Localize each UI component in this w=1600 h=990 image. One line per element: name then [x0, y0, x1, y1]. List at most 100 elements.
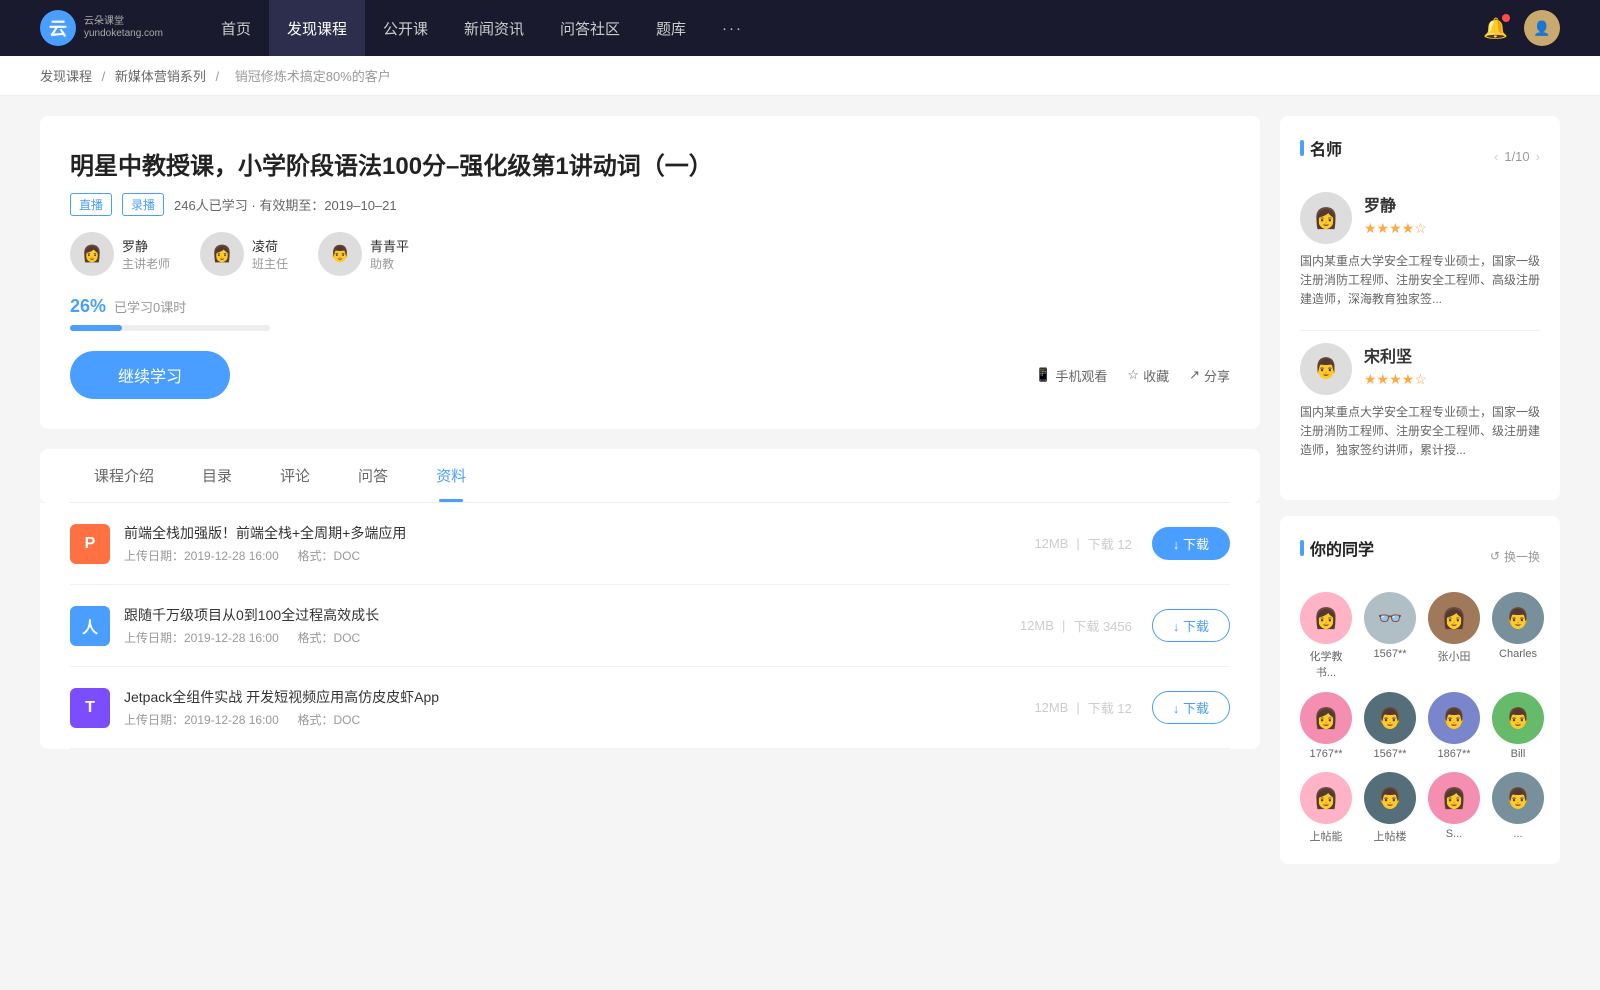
- breadcrumb: 发现课程 / 新媒体营销系列 / 销冠修炼术搞定80%的客户: [0, 56, 1600, 96]
- resource-size-3: 12MB: [1034, 700, 1068, 715]
- teacher-stars-2: ★★★★☆: [1364, 371, 1427, 388]
- download-button-2[interactable]: ↓ 下载: [1152, 609, 1230, 642]
- resource-icon-3: T: [70, 688, 110, 728]
- logo-text: 云朵课堂 yundoketang.com: [84, 16, 163, 40]
- resource-downloads-1: 下载 12: [1088, 534, 1132, 553]
- nav-item-exam[interactable]: 题库: [638, 0, 704, 56]
- resource-item-3: T Jetpack全组件实战 开发短视频应用高仿皮皮虾App 上传日期：2019…: [70, 667, 1230, 749]
- instructor-1: 👩 罗静 主讲老师: [70, 232, 170, 276]
- classmates-title: 你的同学: [1300, 536, 1374, 560]
- tabs-row: 课程介绍 目录 评论 问答 资料: [70, 449, 1230, 503]
- breadcrumb-link-series[interactable]: 新媒体营销系列: [115, 69, 206, 84]
- teacher-info-2: 宋利坚 ★★★★☆: [1364, 343, 1427, 388]
- collect-button[interactable]: ☆ 收藏: [1127, 366, 1169, 385]
- classmate-9[interactable]: 👩 上帖能: [1300, 772, 1352, 844]
- teacher-pagination: ‹ 1/10 ›: [1494, 149, 1540, 164]
- classmate-3[interactable]: 👩 张小田: [1428, 592, 1480, 680]
- instructor-avatar-2: 👩: [200, 232, 244, 276]
- instructor-3: 👨 青青平 助教: [318, 232, 409, 276]
- classmate-avatar-2: 👓: [1364, 592, 1416, 644]
- classmate-4[interactable]: 👨 Charles: [1492, 592, 1544, 680]
- share-button[interactable]: ↗ 分享: [1189, 366, 1230, 385]
- resource-stats-2: 12MB | 下载 3456: [1020, 616, 1132, 635]
- logo[interactable]: 云 云朵课堂 yundoketang.com: [40, 10, 163, 46]
- classmate-2[interactable]: 👓 1567**: [1364, 592, 1416, 680]
- classmate-name-11: S...: [1446, 828, 1463, 840]
- nav-item-home[interactable]: 首页: [203, 0, 269, 56]
- classmates-grid: 👩 化学教书... 👓 1567** 👩 张小田 👨 Charles 👩: [1300, 592, 1540, 844]
- tag-live: 直播: [70, 193, 112, 216]
- breadcrumb-sep-1: /: [102, 69, 109, 84]
- instructor-info-2: 凌荷 班主任: [252, 236, 288, 272]
- tab-resources[interactable]: 资料: [412, 449, 490, 502]
- course-tags-row: 直播 录播 246人已学习 · 有效期至：2019–10–21: [70, 193, 1230, 216]
- pagination-prev[interactable]: ‹: [1494, 149, 1498, 164]
- teacher-info-1: 罗静 ★★★★☆: [1364, 192, 1427, 237]
- course-title: 明星中教授课，小学阶段语法100分–强化级第1讲动词（一）: [70, 146, 1230, 181]
- resource-info-1: 前端全栈加强版！前端全栈+全周期+多端应用 上传日期：2019-12-28 16…: [124, 523, 1034, 564]
- teacher-item-2: 👨 宋利坚 ★★★★☆ 国内某重点大学安全工程专业硕士，国家一级注册消防工程师、…: [1300, 343, 1540, 461]
- progress-text: 已学习0课时: [114, 297, 186, 316]
- resource-downloads-3: 下载 12: [1088, 698, 1132, 717]
- classmate-11[interactable]: 👩 S...: [1428, 772, 1480, 844]
- instructor-role-2: 班主任: [252, 255, 288, 272]
- progress-label: 26% 已学习0课时: [70, 296, 1230, 317]
- tab-review[interactable]: 评论: [256, 449, 334, 502]
- action-row: 继续学习 📱 手机观看 ☆ 收藏 ↗ 分享: [70, 351, 1230, 399]
- nav-item-courses[interactable]: 发现课程: [269, 0, 365, 56]
- classmate-8[interactable]: 👨 Bill: [1492, 692, 1544, 760]
- classmate-name-3: 张小田: [1438, 648, 1471, 664]
- classmate-avatar-8: 👨: [1492, 692, 1544, 744]
- classmate-10[interactable]: 👨 上帖楼: [1364, 772, 1416, 844]
- share-label: 分享: [1204, 366, 1230, 385]
- resource-stats-1: 12MB | 下载 12: [1034, 534, 1131, 553]
- action-buttons: 📱 手机观看 ☆ 收藏 ↗ 分享: [1035, 366, 1230, 385]
- nav-item-more[interactable]: ···: [704, 0, 761, 56]
- classmate-7[interactable]: 👨 1867**: [1428, 692, 1480, 760]
- instructor-avatar-3: 👨: [318, 232, 362, 276]
- course-header-card: 明星中教授课，小学阶段语法100分–强化级第1讲动词（一） 直播 录播 246人…: [40, 116, 1260, 429]
- download-button-3[interactable]: ↓ 下载: [1152, 691, 1230, 724]
- resource-name-1: 前端全栈加强版！前端全栈+全周期+多端应用: [124, 523, 1034, 543]
- main-layout: 明星中教授课，小学阶段语法100分–强化级第1讲动词（一） 直播 录播 246人…: [0, 96, 1600, 900]
- instructor-role-1: 主讲老师: [122, 255, 170, 272]
- tabs-container: 课程介绍 目录 评论 问答 资料: [40, 449, 1260, 503]
- refresh-icon: ↺: [1490, 549, 1500, 563]
- tab-intro[interactable]: 课程介绍: [70, 449, 178, 502]
- classmate-1[interactable]: 👩 化学教书...: [1300, 592, 1352, 680]
- mobile-watch-button[interactable]: 📱 手机观看: [1035, 366, 1107, 385]
- classmate-avatar-6: 👨: [1364, 692, 1416, 744]
- course-meta: 246人已学习 · 有效期至：2019–10–21: [174, 195, 397, 214]
- classmate-5[interactable]: 👩 1767**: [1300, 692, 1352, 760]
- teachers-header: 名师 ‹ 1/10 ›: [1300, 136, 1540, 176]
- pagination-next[interactable]: ›: [1536, 149, 1540, 164]
- classmate-name-9: 上帖能: [1310, 828, 1343, 844]
- nav-item-qa[interactable]: 问答社区: [542, 0, 638, 56]
- instructor-info-3: 青青平 助教: [370, 236, 409, 272]
- teacher-avatar-1: 👩: [1300, 192, 1352, 244]
- mobile-icon: 📱: [1035, 367, 1051, 383]
- content-area: 明星中教授课，小学阶段语法100分–强化级第1讲动词（一） 直播 录播 246人…: [40, 116, 1260, 880]
- resource-meta-1: 上传日期：2019-12-28 16:00 格式：DOC: [124, 547, 1034, 564]
- classmate-avatar-10: 👨: [1364, 772, 1416, 824]
- user-avatar[interactable]: 👤: [1524, 10, 1560, 46]
- notification-bell[interactable]: 🔔: [1483, 16, 1508, 41]
- tab-qa[interactable]: 问答: [334, 449, 412, 502]
- classmate-12[interactable]: 👨 ...: [1492, 772, 1544, 844]
- resource-info-3: Jetpack全组件实战 开发短视频应用高仿皮皮虾App 上传日期：2019-1…: [124, 687, 1034, 728]
- tab-catalog[interactable]: 目录: [178, 449, 256, 502]
- classmate-avatar-9: 👩: [1300, 772, 1352, 824]
- classmate-name-10: 上帖楼: [1374, 828, 1407, 844]
- continue-study-button[interactable]: 继续学习: [70, 351, 230, 399]
- nav-item-news[interactable]: 新闻资讯: [446, 0, 542, 56]
- instructor-2: 👩 凌荷 班主任: [200, 232, 288, 276]
- resource-size-1: 12MB: [1034, 536, 1068, 551]
- refresh-button[interactable]: ↺ 换一换: [1490, 548, 1540, 565]
- download-button-1[interactable]: ↓ 下载: [1152, 527, 1230, 560]
- classmate-name-1: 化学教书...: [1300, 648, 1352, 680]
- breadcrumb-link-courses[interactable]: 发现课程: [40, 69, 92, 84]
- classmate-6[interactable]: 👨 1567**: [1364, 692, 1416, 760]
- instructor-info-1: 罗静 主讲老师: [122, 236, 170, 272]
- nav-item-open[interactable]: 公开课: [365, 0, 446, 56]
- share-icon: ↗: [1189, 367, 1200, 383]
